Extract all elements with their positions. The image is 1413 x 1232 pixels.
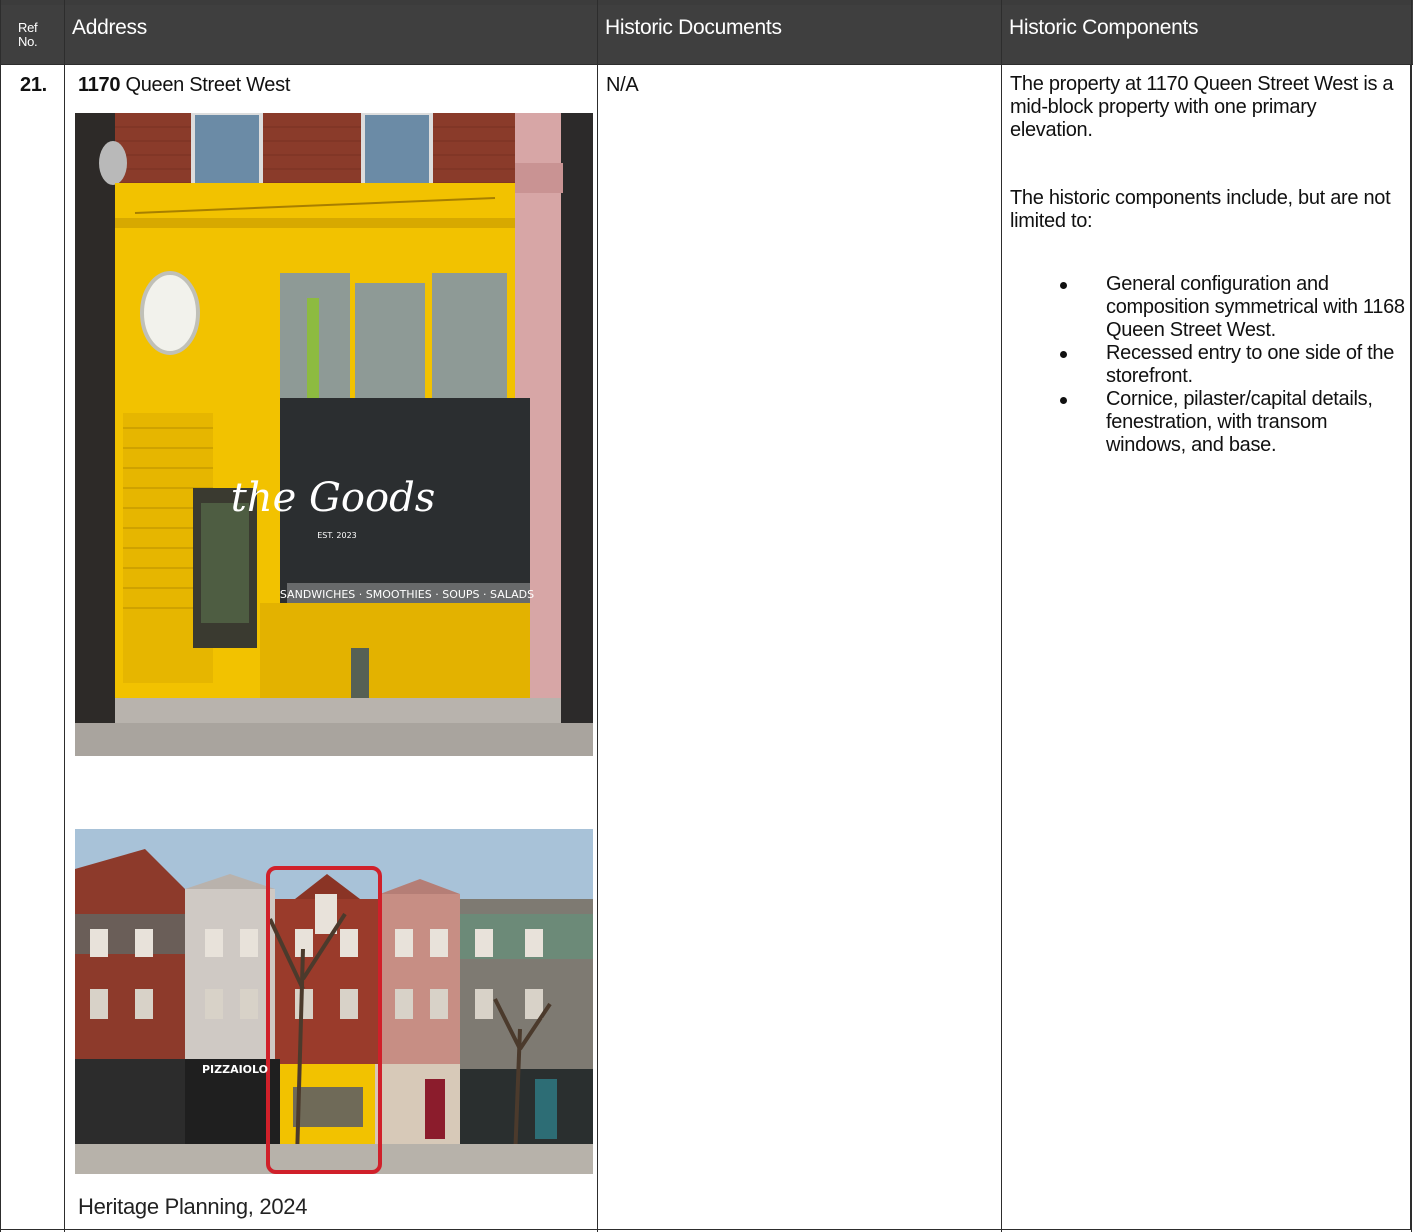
- bullet-text: Recessed entry to one side of the storef…: [1106, 342, 1395, 387]
- components-intro: The property at 1170 Queen Street West i…: [1010, 73, 1394, 141]
- table-header: Ref No. Address Historic Documents Histo…: [0, 5, 1413, 64]
- grid-line: [0, 0, 1, 1232]
- header-ref-line1: Ref: [18, 20, 38, 35]
- address-title: 1170 Queen Street West: [78, 74, 290, 97]
- header-address: Address: [72, 16, 147, 39]
- grid-line: [597, 0, 598, 1232]
- address-street: Queen Street West: [120, 74, 291, 96]
- components-lead: The historic components include, but are…: [1010, 187, 1391, 232]
- grid-line: [64, 0, 65, 1232]
- grid-line: [1001, 0, 1002, 1232]
- storefront-est-text: EST. 2023: [317, 531, 357, 540]
- streetscape-photo: PIZZAIOLO: [75, 829, 593, 1174]
- bullet-icon: [1060, 397, 1067, 404]
- storefront-photo: the Goods EST. 2023 SANDWICHES · SMOOTHI…: [75, 113, 593, 756]
- ref-number: 21.: [20, 74, 47, 96]
- header-historic-documents: Historic Documents: [605, 16, 782, 39]
- storefront-window-band-text: SANDWICHES · SMOOTHIES · SOUPS · SALADS: [280, 588, 534, 601]
- header-historic-components: Historic Components: [1009, 16, 1199, 39]
- bullet-text: Cornice, pilaster/capital details, fenes…: [1106, 388, 1373, 456]
- photo-caption: Heritage Planning, 2024: [78, 1194, 308, 1219]
- components-list-item: Recessed entry to one side of the storef…: [1060, 342, 1405, 388]
- bullet-text: General configuration and composition sy…: [1106, 273, 1405, 341]
- grid-line: [0, 64, 1413, 65]
- header-ref-no: Ref No.: [0, 5, 64, 64]
- header-ref-line2: No.: [18, 34, 38, 49]
- pizzaiolo-sign-text: PIZZAIOLO: [202, 1063, 268, 1076]
- bullet-icon: [1060, 282, 1067, 289]
- address-number: 1170: [78, 74, 121, 96]
- components-list: General configuration and composition sy…: [1060, 273, 1405, 457]
- components-list-item: General configuration and composition sy…: [1060, 273, 1405, 342]
- bullet-icon: [1060, 351, 1067, 358]
- grid-line: [1411, 0, 1412, 1232]
- historic-documents-value: N/A: [606, 74, 639, 96]
- components-list-item: Cornice, pilaster/capital details, fenes…: [1060, 388, 1405, 457]
- storefront-sign-text: the Goods: [231, 475, 435, 521]
